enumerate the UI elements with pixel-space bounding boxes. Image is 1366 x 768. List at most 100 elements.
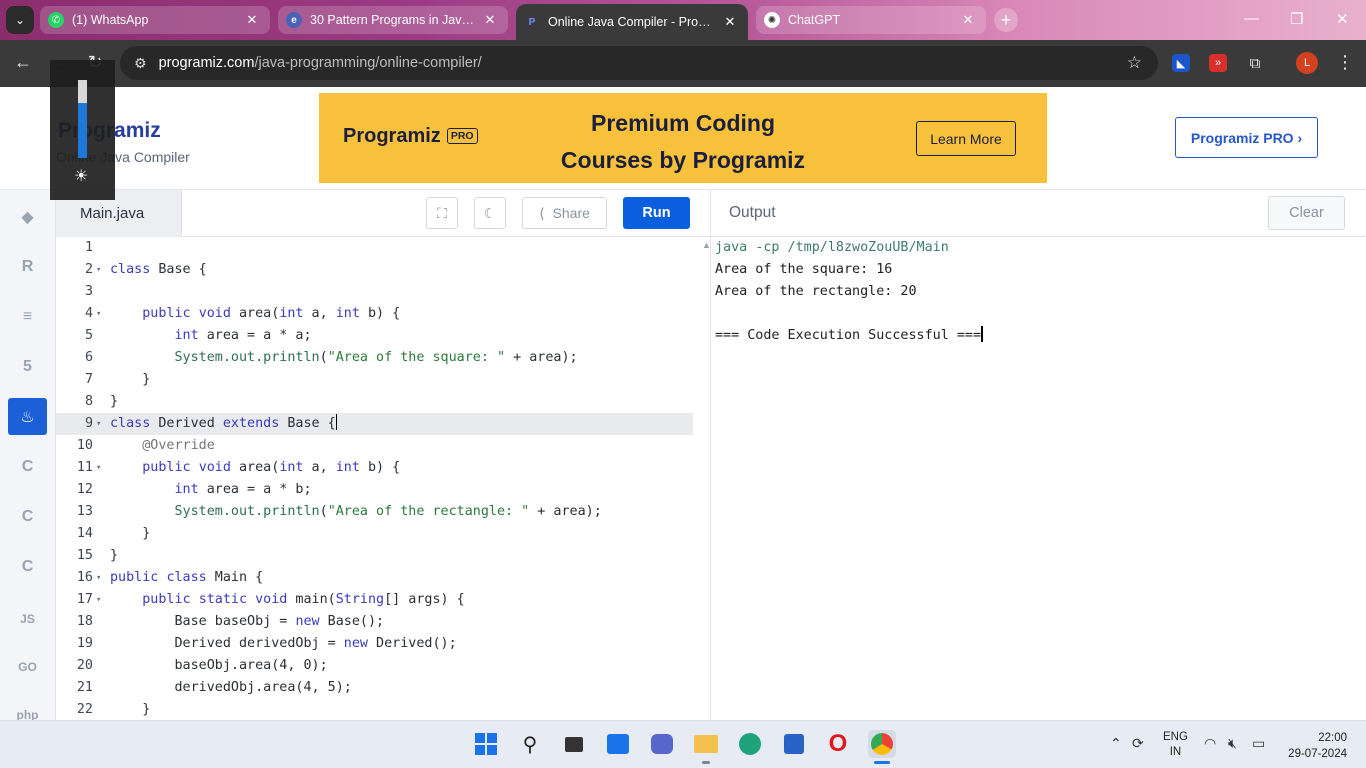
- line-number: 3: [84, 284, 93, 299]
- volume-muted-icon[interactable]: 🔇︎: [1228, 735, 1237, 752]
- code-line[interactable]: 16 ▾ public class Main {: [56, 567, 693, 589]
- browser-menu-icon[interactable]: ⋮: [1334, 52, 1356, 73]
- extension-icon[interactable]: ◣: [1172, 54, 1190, 72]
- sidebar-item-csharp[interactable]: C: [8, 548, 47, 585]
- widgets-icon[interactable]: [604, 730, 632, 758]
- close-icon[interactable]: ✕: [482, 12, 498, 28]
- tab-whatsapp[interactable]: ✆ (1) WhatsApp ✕: [40, 6, 270, 34]
- close-icon[interactable]: ✕: [960, 12, 976, 28]
- show-hidden-icons-icon[interactable]: ⌃: [1110, 735, 1122, 752]
- code-line[interactable]: 12 int area = a * b;: [56, 479, 693, 501]
- task-view-icon[interactable]: [560, 730, 588, 758]
- code-line[interactable]: 5 int area = a * a;: [56, 325, 693, 347]
- sidebar-item-c[interactable]: C: [8, 448, 47, 485]
- bookmark-star-icon[interactable]: ☆: [1127, 53, 1142, 73]
- programiz-pro-button[interactable]: Programiz PRO ›: [1175, 117, 1318, 158]
- code-line[interactable]: 13 System.out.println("Area of the recta…: [56, 501, 693, 523]
- tab-pattern-programs[interactable]: e 30 Pattern Programs in Java: Sta ✕: [278, 6, 508, 34]
- clear-button[interactable]: Clear: [1268, 196, 1345, 230]
- store-icon[interactable]: [780, 730, 808, 758]
- close-window-icon[interactable]: ✕: [1336, 10, 1349, 28]
- chat-icon[interactable]: [648, 730, 676, 758]
- search-icon[interactable]: ⚲: [516, 730, 544, 758]
- fold-toggle-icon[interactable]: ▾: [96, 457, 106, 479]
- code-text: }: [110, 702, 151, 717]
- back-icon[interactable]: ←: [12, 52, 34, 73]
- extensions-puzzle-icon[interactable]: ⧉: [1246, 54, 1264, 72]
- sidebar-item-php[interactable]: php: [8, 696, 47, 721]
- code-line[interactable]: 8}: [56, 391, 693, 413]
- code-editor[interactable]: 1 2 ▾ class Base { 3 4 ▾ public void area(int …: [56, 237, 710, 720]
- site-settings-icon[interactable]: ⚙: [134, 55, 147, 72]
- code-line[interactable]: 20 baseObj.area(4, 0);: [56, 655, 693, 677]
- tab-chatgpt[interactable]: ✺ ChatGPT ✕: [756, 6, 986, 34]
- code-line[interactable]: 19 Derived derivedObj = new Derived();: [56, 633, 693, 655]
- code-text: System.out.println("Area of the rectangl…: [174, 504, 602, 519]
- code-line[interactable]: 21 derivedObj.area(4, 5);: [56, 677, 693, 699]
- close-icon[interactable]: ✕: [722, 14, 738, 30]
- code-line[interactable]: 11 ▾ public void area(int a, int b) {: [56, 457, 693, 479]
- start-icon[interactable]: [472, 730, 500, 758]
- close-icon[interactable]: ✕: [244, 12, 260, 28]
- code-line[interactable]: 7 }: [56, 369, 693, 391]
- edge-icon[interactable]: [736, 730, 764, 758]
- code-text: public static void main(String[] args) {: [142, 592, 465, 607]
- sidebar-item-cpp[interactable]: C: [8, 498, 47, 535]
- share-label: Share: [552, 205, 590, 221]
- output-console[interactable]: java -cp /tmp/l8zwoZouUB/Main Area of the…: [711, 237, 1366, 720]
- sidebar-item-r[interactable]: R: [8, 248, 47, 285]
- run-button[interactable]: Run: [623, 197, 690, 229]
- code-text: }: [110, 394, 119, 409]
- promo-banner[interactable]: Programiz PRO Premium Coding Courses by P…: [319, 93, 1047, 183]
- brightness-flyout[interactable]: ☀: [50, 60, 115, 200]
- restore-icon[interactable]: ❐: [1290, 10, 1303, 28]
- code-line[interactable]: 17 ▾ public static void main(String[] arg…: [56, 589, 693, 611]
- file-explorer-icon[interactable]: [692, 730, 720, 758]
- code-line[interactable]: 14 }: [56, 523, 693, 545]
- tab-search-icon[interactable]: ⌄: [6, 6, 34, 34]
- wifi-icon[interactable]: ◠: [1204, 735, 1216, 752]
- sync-icon[interactable]: ⟳: [1132, 735, 1144, 752]
- sidebar-item-sql[interactable]: ≡: [8, 298, 47, 335]
- sidebar-item-js[interactable]: JS: [8, 600, 47, 637]
- code-line[interactable]: 10 @Override: [56, 435, 693, 457]
- code-line[interactable]: 1: [56, 237, 693, 259]
- learn-more-button[interactable]: Learn More: [916, 121, 1016, 156]
- code-line[interactable]: 9 ▾ class Derived extends Base {: [56, 413, 693, 435]
- profile-avatar[interactable]: L: [1296, 52, 1318, 74]
- tab-online-java-compiler[interactable]: P Online Java Compiler - Program ✕: [516, 4, 748, 40]
- code-line[interactable]: 3: [56, 281, 693, 303]
- minimize-icon[interactable]: —: [1244, 10, 1259, 27]
- extension-icon[interactable]: »: [1209, 54, 1227, 72]
- line-number: 18: [76, 614, 93, 629]
- code-text: int area = a * b;: [174, 482, 312, 497]
- input-language[interactable]: ENG IN: [1163, 730, 1188, 760]
- fold-toggle-icon[interactable]: ▾: [96, 303, 106, 325]
- code-line[interactable]: 4 ▾ public void area(int a, int b) {: [56, 303, 693, 325]
- fold-toggle-icon[interactable]: ▾: [96, 589, 106, 611]
- tab-label: 30 Pattern Programs in Java: Sta: [310, 13, 476, 27]
- chrome-icon[interactable]: [868, 730, 896, 758]
- taskbar-clock[interactable]: 22:00 29-07-2024: [1283, 730, 1347, 762]
- code-line[interactable]: 22 }: [56, 699, 693, 720]
- code-line[interactable]: 2 ▾ class Base {: [56, 259, 693, 281]
- code-text: }: [110, 372, 151, 387]
- sidebar-item-html[interactable]: 5: [8, 348, 47, 385]
- share-button[interactable]: ⟨ Share: [522, 197, 607, 229]
- sidebar-item-python[interactable]: ◆: [8, 198, 47, 235]
- code-line[interactable]: 6 System.out.println("Area of the square…: [56, 347, 693, 369]
- sidebar-item-go[interactable]: GO: [8, 648, 47, 685]
- code-line[interactable]: 15}: [56, 545, 693, 567]
- fold-toggle-icon[interactable]: ▾: [96, 567, 106, 589]
- fullscreen-icon[interactable]: ⛶: [426, 197, 458, 229]
- sidebar-item-java[interactable]: ♨: [8, 398, 47, 435]
- opera-icon[interactable]: O: [824, 730, 852, 758]
- battery-icon[interactable]: ▭: [1252, 735, 1265, 752]
- fold-toggle-icon[interactable]: ▾: [96, 413, 106, 435]
- dark-mode-icon[interactable]: ☾: [474, 197, 506, 229]
- code-line[interactable]: 18 Base baseObj = new Base();: [56, 611, 693, 633]
- line-number: 6: [84, 350, 93, 365]
- fold-toggle-icon[interactable]: ▾: [96, 259, 106, 281]
- address-bar[interactable]: ⚙ programiz.com/java-programming/online-…: [120, 46, 1158, 80]
- new-tab-button[interactable]: +: [994, 8, 1018, 32]
